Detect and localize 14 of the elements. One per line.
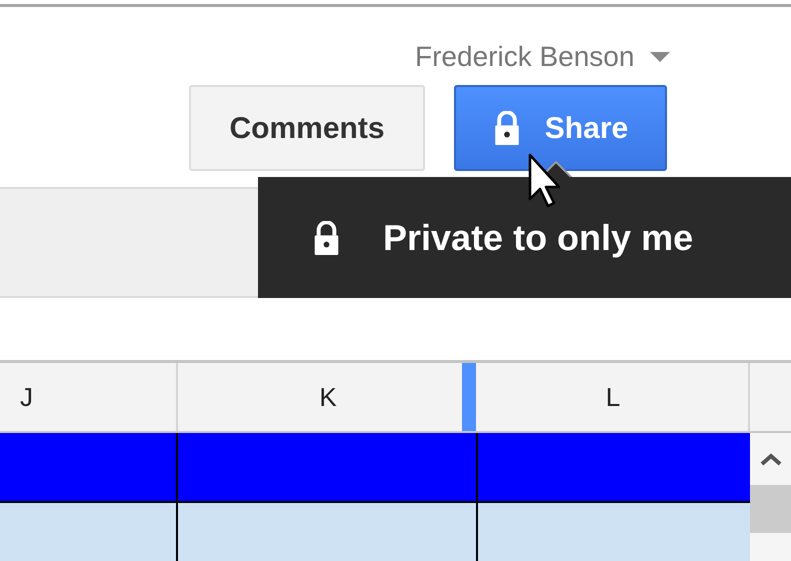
scrollbar-thumb[interactable] — [750, 485, 791, 533]
scrollbar[interactable] — [750, 433, 791, 561]
lock-icon — [313, 220, 340, 254]
column-header[interactable]: K — [178, 363, 478, 431]
user-name[interactable]: Frederick Benson — [415, 36, 634, 78]
column-header[interactable]: L — [478, 363, 750, 431]
share-button[interactable]: Share — [454, 85, 667, 171]
caret-icon[interactable] — [650, 52, 670, 62]
comments-button[interactable]: Comments — [189, 85, 425, 171]
column-header[interactable]: J — [0, 363, 178, 431]
lock-icon — [492, 111, 521, 145]
pointer-icon — [528, 153, 560, 208]
tooltip-text: Private to only me — [383, 216, 694, 260]
column-resize-handle[interactable] — [462, 363, 476, 431]
